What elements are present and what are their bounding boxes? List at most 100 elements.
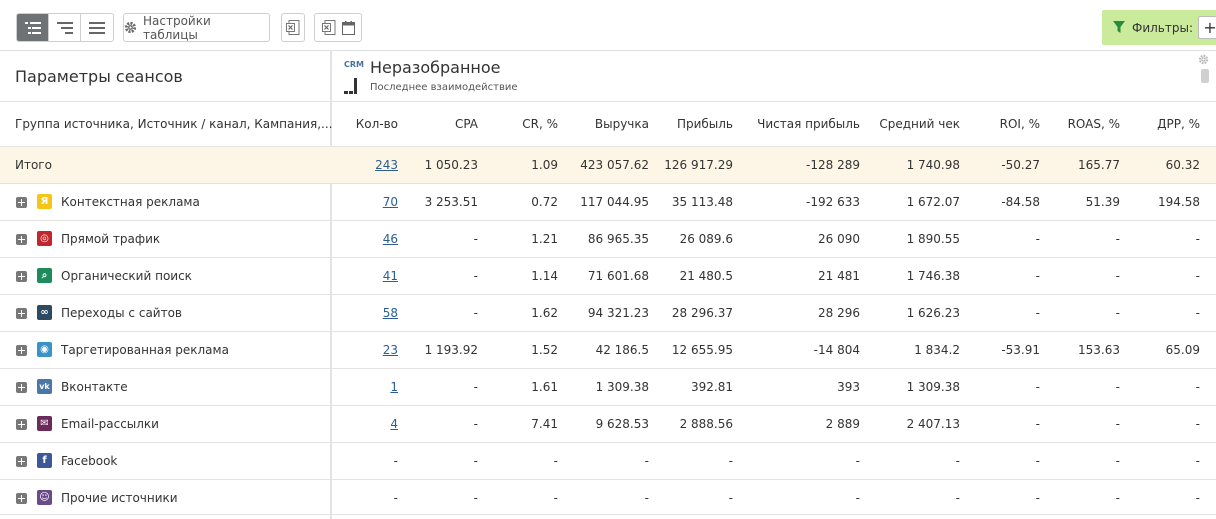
- count-link[interactable]: 41: [383, 269, 398, 283]
- cell-revenue: 71 601.68: [587, 269, 649, 283]
- cell-revenue: -: [644, 491, 649, 505]
- cell-profit: -: [728, 491, 733, 505]
- tree-list-icon: [24, 21, 41, 34]
- cell-cpa: -: [473, 454, 478, 468]
- tree-view-button[interactable]: [17, 14, 50, 41]
- column-header-count[interactable]: Кол-во: [356, 117, 398, 131]
- cell-net-profit: 21 481: [818, 269, 860, 283]
- cell-count: -: [393, 491, 398, 505]
- expand-plus-icon[interactable]: [16, 271, 27, 282]
- expand-plus-icon[interactable]: [16, 382, 27, 393]
- cell-net-profit: -: [855, 491, 860, 505]
- divider: [0, 50, 1216, 51]
- cell-net-profit: -: [855, 454, 860, 468]
- cell-revenue: 9 628.53: [595, 417, 649, 431]
- column-header-revenue[interactable]: Выручка: [595, 117, 649, 131]
- cell-cr: -: [553, 454, 558, 468]
- cell-net-profit: 2 889: [825, 417, 860, 431]
- total-label: Итого: [15, 158, 52, 172]
- cell-drr: -: [1195, 269, 1200, 283]
- table-row[interactable]: ✉ Email-рассылки 4 - 7.41 9 628.53 2 888.56 2 8…: [0, 405, 1216, 442]
- expand-plus-icon[interactable]: [16, 234, 27, 245]
- cell-cr: 1.61: [531, 380, 558, 394]
- cell-profit: 12 655.95: [671, 343, 733, 357]
- cell-cr: 7.41: [531, 417, 558, 431]
- count-link[interactable]: 23: [383, 343, 398, 357]
- source-name: Facebook: [61, 454, 118, 468]
- expand-plus-icon[interactable]: [16, 345, 27, 356]
- attribution-model-label: Последнее взаимодействие: [370, 82, 518, 93]
- table-row[interactable]: ☺ Прочие источники - - - - - - - - - -: [0, 479, 1216, 516]
- cell-avg-check: 1 890.55: [906, 232, 960, 246]
- cell-cpa: 3 253.51: [424, 195, 478, 209]
- cell-profit: 21 480.5: [679, 269, 733, 283]
- column-header-name[interactable]: Группа источника, Источник / канал, Камп…: [15, 117, 333, 131]
- expand-plus-icon[interactable]: [16, 456, 27, 467]
- table-row[interactable]: f Facebook - - - - - - - - - -: [0, 442, 1216, 479]
- cell-roi: -: [1035, 306, 1040, 320]
- cell-revenue: 94 321.23: [587, 306, 649, 320]
- column-header-drr[interactable]: ДРР, %: [1157, 117, 1200, 131]
- count-link[interactable]: 4: [390, 417, 398, 431]
- cell-cr: 0.72: [531, 195, 558, 209]
- excel-icon: [286, 20, 300, 35]
- total-roi: -50.27: [1001, 158, 1040, 172]
- column-header-avg-check[interactable]: Средний чек: [879, 117, 960, 131]
- expand-plus-icon[interactable]: [16, 308, 27, 319]
- expand-plus-icon[interactable]: [16, 197, 27, 208]
- expand-plus-icon[interactable]: [16, 419, 27, 430]
- scrollbar-handle[interactable]: [1201, 69, 1209, 83]
- cell-net-profit: 26 090: [818, 232, 860, 246]
- column-header-cr[interactable]: CR, %: [522, 117, 558, 131]
- cell-cpa: -: [473, 417, 478, 431]
- cell-roi: -53.91: [1001, 343, 1040, 357]
- column-header-profit[interactable]: Прибыль: [677, 117, 733, 131]
- cell-cpa: -: [473, 232, 478, 246]
- session-params-title: Параметры сеансов: [15, 67, 183, 86]
- cell-net-profit: 393: [837, 380, 860, 394]
- view-mode-group: [16, 13, 114, 42]
- cell-cpa: -: [473, 491, 478, 505]
- table-row[interactable]: ◉ Таргетированная реклама 23 1 193.92 1.52 42…: [0, 331, 1216, 368]
- source-name: Таргетированная реклама: [61, 343, 229, 357]
- cell-avg-check: 1 626.23: [906, 306, 960, 320]
- table-row[interactable]: ⌕ Органический поиск 41 - 1.14 71 601.68 21 48…: [0, 257, 1216, 294]
- count-link[interactable]: 46: [383, 232, 398, 246]
- table-row[interactable]: ∞ Переходы с сайтов 58 - 1.62 94 321.23 28 296…: [0, 294, 1216, 331]
- cell-drr: -: [1195, 380, 1200, 394]
- indented-view-button[interactable]: [49, 14, 82, 41]
- source-name: Прочие источники: [61, 491, 178, 505]
- table-row[interactable]: ◎ Прямой трафик 46 - 1.21 86 965.35 26 089.6 26…: [0, 220, 1216, 257]
- total-count-link[interactable]: 243: [375, 158, 398, 172]
- count-link[interactable]: 70: [383, 195, 398, 209]
- table-row[interactable]: Я Контекстная реклама 70 3 253.51 0.72 117 04…: [0, 183, 1216, 220]
- cell-cpa: 1 193.92: [424, 343, 478, 357]
- cell-cr: 1.14: [531, 269, 558, 283]
- crm-badge: CRM: [344, 60, 364, 69]
- column-header-net-profit[interactable]: Чистая прибыль: [757, 117, 860, 131]
- facebook-icon: f: [37, 453, 52, 468]
- table-settings-label: Настройки таблицы: [143, 13, 211, 42]
- add-filter-button[interactable]: +: [1198, 16, 1216, 39]
- calendar-icon: [341, 20, 355, 35]
- column-header-roas[interactable]: ROAS, %: [1068, 117, 1120, 131]
- expand-plus-icon[interactable]: [16, 493, 27, 504]
- column-header-cpa[interactable]: CPA: [455, 117, 478, 131]
- section-title: Неразобранное: [370, 58, 501, 77]
- cell-cpa: -: [473, 306, 478, 320]
- column-header-roi[interactable]: ROI, %: [1000, 117, 1040, 131]
- count-link[interactable]: 58: [383, 306, 398, 320]
- cell-roas: -: [1115, 306, 1120, 320]
- export-excel-period-button[interactable]: [314, 13, 362, 42]
- funnel-icon: [1113, 21, 1125, 33]
- total-row: Итого 243 1 050.23 1.09 423 057.62 126 9…: [0, 146, 1216, 183]
- gear-icon[interactable]: [1198, 54, 1209, 65]
- count-link[interactable]: 1: [390, 380, 398, 394]
- table-row[interactable]: vk Вконтакте 1 - 1.61 1 309.38 392.81 393 1 309.…: [0, 368, 1216, 405]
- flat-view-button[interactable]: [81, 14, 113, 41]
- cell-revenue: 1 309.38: [595, 380, 649, 394]
- total-net-profit: -128 289: [806, 158, 860, 172]
- cell-profit: 28 296.37: [671, 306, 733, 320]
- export-excel-button[interactable]: [281, 13, 305, 42]
- table-settings-button[interactable]: Настройки таблицы: [123, 13, 270, 42]
